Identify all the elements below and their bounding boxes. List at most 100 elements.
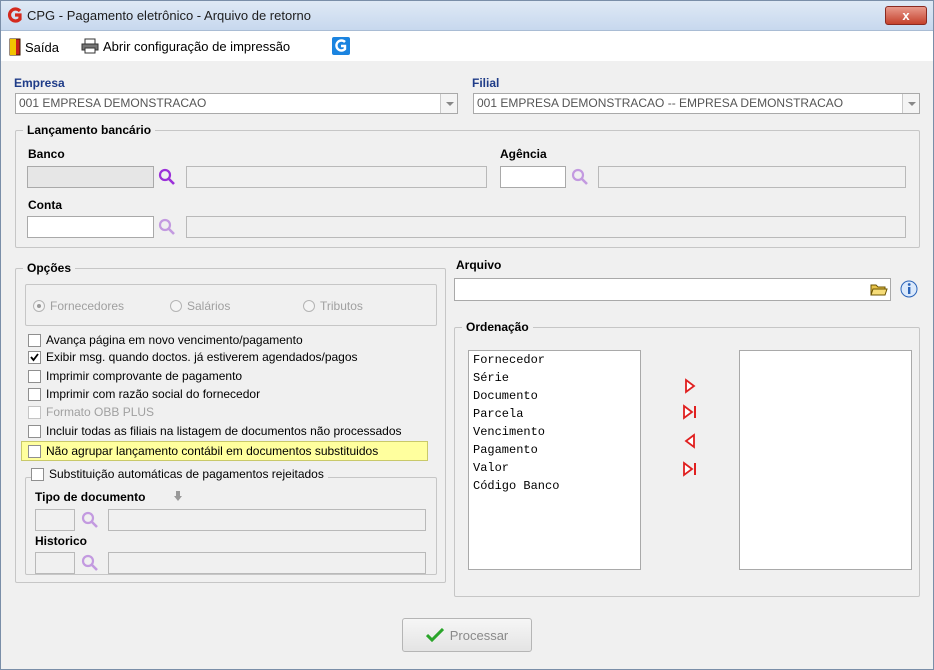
- historico-code-field: [35, 552, 75, 574]
- checkbox-label: Substituição automáticas de pagamentos r…: [49, 467, 324, 481]
- radio-fornecedores[interactable]: Fornecedores: [33, 299, 124, 313]
- historico-name-field: [108, 552, 426, 574]
- conta-name-field: [186, 216, 906, 238]
- tipo-documento-name-field: [108, 509, 426, 531]
- toolbar: Saída Abrir configuração de impressão: [1, 31, 933, 61]
- print-config-button[interactable]: Abrir configuração de impressão: [81, 38, 290, 54]
- chk-avanca-pagina[interactable]: Avança página em novo vencimento/pagamen…: [28, 333, 303, 347]
- chk-incluir-filiais[interactable]: Incluir todas as filiais na listagem de …: [28, 424, 402, 438]
- empresa-select[interactable]: 001 EMPRESA DEMONSTRACAO: [15, 93, 458, 114]
- radio-salarios[interactable]: Salários: [170, 299, 230, 313]
- g-logo-icon: [335, 39, 347, 52]
- ordenacao-selected-list[interactable]: [739, 350, 912, 570]
- list-item[interactable]: Série: [469, 369, 640, 387]
- list-item[interactable]: Código Banco: [469, 477, 640, 495]
- checkmark-icon: [30, 352, 39, 361]
- check-icon: [425, 628, 444, 642]
- exit-button[interactable]: Saída: [9, 38, 59, 56]
- list-item[interactable]: Vencimento: [469, 423, 640, 441]
- agencia-code-field[interactable]: [500, 166, 566, 188]
- help-g-button[interactable]: [332, 37, 350, 55]
- info-icon[interactable]: [900, 280, 918, 298]
- close-icon: x: [902, 8, 910, 23]
- tipo-documento-code-field: [35, 509, 75, 531]
- tipo-documento-label: Tipo de documento: [35, 490, 146, 504]
- move-all-left-icon[interactable]: [682, 461, 698, 477]
- checkbox-box[interactable]: [28, 424, 41, 438]
- checkbox-label: Avança página em novo vencimento/pagamen…: [46, 333, 303, 347]
- move-all-right-icon[interactable]: [682, 404, 698, 420]
- agencia-search-icon[interactable]: [571, 168, 589, 186]
- list-item[interactable]: Documento: [469, 387, 640, 405]
- open-folder-icon[interactable]: [870, 281, 888, 297]
- printer-icon: [81, 38, 99, 54]
- empresa-value: 001 EMPRESA DEMONSTRACAO: [19, 96, 207, 110]
- historico-label: Historico: [35, 534, 88, 548]
- ordenacao-title: Ordenação: [462, 320, 533, 334]
- checkbox-label: Formato OBB PLUS: [46, 405, 155, 419]
- window-title: CPG - Pagamento eletrônico - Arquivo de …: [27, 8, 311, 23]
- chk-razao-social[interactable]: Imprimir com razão social do fornecedor: [28, 387, 260, 401]
- empresa-label: Empresa: [14, 76, 65, 90]
- print-config-label: Abrir configuração de impressão: [103, 38, 291, 54]
- processar-button[interactable]: Processar: [402, 618, 532, 652]
- chk-exibir-msg[interactable]: Exibir msg. quando doctos. já estiverem …: [28, 350, 358, 364]
- radio-dot: [33, 300, 45, 312]
- list-item[interactable]: Fornecedor: [469, 351, 640, 369]
- radio-label: Tributos: [320, 299, 363, 313]
- list-item[interactable]: Pagamento: [469, 441, 640, 459]
- filial-label: Filial: [472, 76, 500, 90]
- arquivo-input[interactable]: [454, 278, 891, 301]
- processar-label: Processar: [449, 627, 509, 643]
- radio-label: Fornecedores: [50, 299, 125, 313]
- tipo-documento-search-icon[interactable]: [81, 511, 99, 529]
- agencia-label: Agência: [500, 147, 547, 161]
- checkbox-box[interactable]: [28, 387, 41, 401]
- checkbox-box[interactable]: [28, 350, 41, 364]
- radio-label: Salários: [187, 299, 231, 313]
- exit-door-icon: [9, 38, 21, 56]
- radio-tributos[interactable]: Tributos: [303, 299, 363, 313]
- chk-formato-obb: Formato OBB PLUS: [28, 405, 154, 419]
- checkbox-box[interactable]: [28, 333, 41, 347]
- banco-label: Banco: [28, 147, 65, 161]
- list-item[interactable]: Parcela: [469, 405, 640, 423]
- chevron-down-icon[interactable]: [440, 94, 457, 113]
- radio-dot: [303, 300, 315, 312]
- checkbox-box: [28, 405, 41, 419]
- ordenacao-available-list[interactable]: Fornecedor Série Documento Parcela Venci…: [468, 350, 641, 570]
- app-logo-icon: [8, 7, 22, 23]
- chk-nao-agrupar[interactable]: Não agrupar lançamento contábil em docum…: [28, 444, 378, 458]
- banco-search-icon[interactable]: [158, 168, 176, 186]
- historico-search-icon[interactable]: [81, 554, 99, 572]
- move-right-icon[interactable]: [682, 378, 698, 394]
- agencia-name-field: [598, 166, 906, 188]
- conta-code-field[interactable]: [27, 216, 154, 238]
- checkbox-label: Exibir msg. quando doctos. já estiverem …: [46, 350, 358, 364]
- chk-imprimir-comprovante[interactable]: Imprimir comprovante de pagamento: [28, 369, 242, 383]
- sort-down-icon: [174, 491, 182, 501]
- lancamento-title: Lançamento bancário: [23, 123, 156, 137]
- chevron-down-icon[interactable]: [902, 94, 919, 113]
- move-left-icon[interactable]: [682, 433, 698, 449]
- checkbox-box[interactable]: [28, 444, 41, 458]
- checkbox-box[interactable]: [31, 467, 44, 481]
- conta-search-icon[interactable]: [158, 218, 176, 236]
- title-bar: CPG - Pagamento eletrônico - Arquivo de …: [1, 1, 933, 31]
- banco-code-field[interactable]: [27, 166, 154, 188]
- filial-select[interactable]: 001 EMPRESA DEMONSTRACAO -- EMPRESA DEMO…: [473, 93, 920, 114]
- checkbox-box[interactable]: [28, 369, 41, 383]
- conta-label: Conta: [28, 198, 62, 212]
- checkbox-label: Imprimir com razão social do fornecedor: [46, 387, 261, 401]
- arquivo-label: Arquivo: [456, 258, 502, 272]
- chk-substituicao[interactable]: Substituição automáticas de pagamentos r…: [31, 467, 328, 481]
- list-item[interactable]: Valor: [469, 459, 640, 477]
- checkbox-label: Não agrupar lançamento contábil em docum…: [46, 444, 379, 458]
- banco-name-field: [186, 166, 487, 188]
- close-button[interactable]: x: [885, 6, 927, 25]
- filial-value: 001 EMPRESA DEMONSTRACAO -- EMPRESA DEMO…: [477, 96, 844, 110]
- checkbox-label: Imprimir comprovante de pagamento: [46, 369, 243, 383]
- opcoes-title: Opções: [23, 261, 76, 275]
- main-window: CPG - Pagamento eletrônico - Arquivo de …: [0, 0, 934, 670]
- exit-label: Saída: [25, 39, 59, 55]
